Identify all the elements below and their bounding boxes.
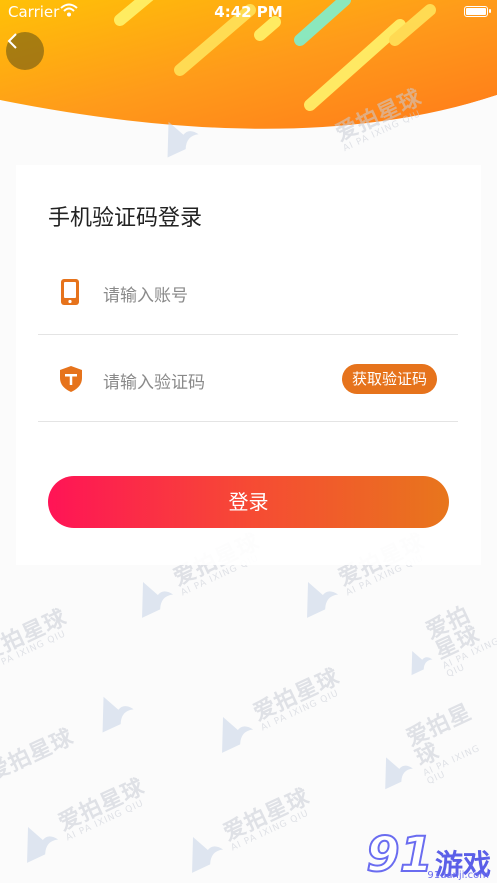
chevron-left-icon <box>7 33 17 49</box>
watermark: 爱拍星球 <box>0 724 78 787</box>
watermark-subtext: AI PA IXING QIU <box>441 636 497 680</box>
back-button[interactable] <box>6 32 44 70</box>
corner-logo: 91 游戏 91danji.com <box>365 827 491 883</box>
header-banner: Carrier 4:42 PM <box>0 0 497 160</box>
watermark-text: 爱拍星球 <box>219 784 314 846</box>
clock: 4:42 PM <box>214 3 283 21</box>
watermark-subtext: AI PA IXING QIU <box>421 743 482 787</box>
account-field[interactable]: 请输入账号 <box>38 248 458 335</box>
watermark-text: 爱拍星球 <box>0 605 71 667</box>
watermark-subtext: AI PA IXING QIU <box>229 807 311 853</box>
watermark: 爱拍星球AI PA IXING QIU <box>8 772 154 868</box>
watermark: 爱拍星球AI PA IXING QIU <box>363 696 497 806</box>
watermark-text: 爱拍星球 <box>422 602 484 665</box>
watermark-text: 爱拍星球 <box>54 774 149 836</box>
watermark-text: 爱拍星球 <box>249 664 344 726</box>
shield-icon <box>58 365 82 393</box>
watermark: 爱拍星球AI PA IXING QIU <box>173 782 319 878</box>
logo-number: 91 <box>365 827 434 883</box>
watermark: 爱拍星球AI PA IXING QIU <box>391 597 497 694</box>
watermark-text: 爱拍星球 <box>402 699 476 772</box>
phone-icon <box>58 278 82 306</box>
watermark-subtext: AI PA IXING QIU <box>259 687 341 733</box>
watermark: 爱拍星球AI PA IXING QIU <box>0 605 74 674</box>
account-input[interactable]: 请输入账号 <box>103 281 188 306</box>
watermark: 爱拍星球AI PA IXING QIU <box>203 662 349 758</box>
watermark-text: 爱拍星球 <box>0 724 78 787</box>
watermark <box>84 682 143 738</box>
watermark-subtext: AI PA IXING QIU <box>0 629 68 674</box>
login-button[interactable]: 登录 <box>48 476 449 528</box>
get-code-button[interactable]: 获取验证码 <box>341 364 437 394</box>
logo-url: 91danji.com <box>427 870 489 881</box>
battery-icon <box>464 6 491 17</box>
status-bar: Carrier 4:42 PM <box>0 0 497 26</box>
code-input[interactable]: 请输入验证码 <box>103 368 205 393</box>
code-field[interactable]: 请输入验证码 获取验证码 <box>38 335 458 422</box>
page-title: 手机验证码登录 <box>48 206 203 231</box>
watermark-subtext: AI PA IXING QIU <box>64 797 146 843</box>
